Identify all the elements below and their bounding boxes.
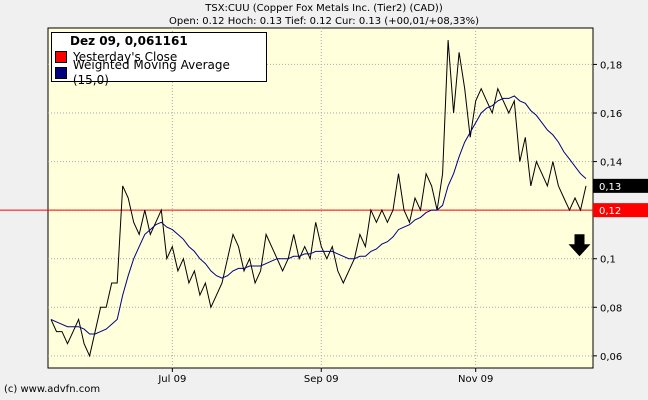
legend-label: Weighted Moving Average (15,0) xyxy=(72,58,230,87)
x-tick-label: Nov 09 xyxy=(458,374,493,385)
x-tick-label: Sep 09 xyxy=(304,374,339,385)
legend: Dez 09, 0,061161 Yesterday's Close Weigh… xyxy=(51,32,267,87)
y-tick-label: 0,18 xyxy=(600,60,622,71)
legend-swatch xyxy=(55,67,67,79)
y-tick-label: 0,08 xyxy=(600,303,622,314)
legend-swatch xyxy=(55,51,67,63)
chart-title: TSX:CUU (Copper Fox Metals Inc. (Tier2) … xyxy=(205,3,443,14)
copyright-text: (c) www.advfn.com xyxy=(4,384,101,395)
y-tick-label: 0,1 xyxy=(600,255,616,266)
legend-item-wma: Weighted Moving Average (15,0) xyxy=(52,58,266,87)
y-tick-label: 0,16 xyxy=(600,109,622,120)
x-tick-label: Jul 09 xyxy=(157,374,186,385)
current-value-label: 0,13 xyxy=(599,182,621,193)
y-tick-label: 0,14 xyxy=(600,158,622,169)
legend-header: Dez 09, 0,061161 xyxy=(70,34,188,48)
price-summary: Open: 0.12 Hoch: 0.13 Tief: 0.12 Cur: 0.… xyxy=(169,16,479,27)
y-tick-label: 0,06 xyxy=(600,352,622,363)
yesterday-close-label: 0,12 xyxy=(599,206,621,217)
